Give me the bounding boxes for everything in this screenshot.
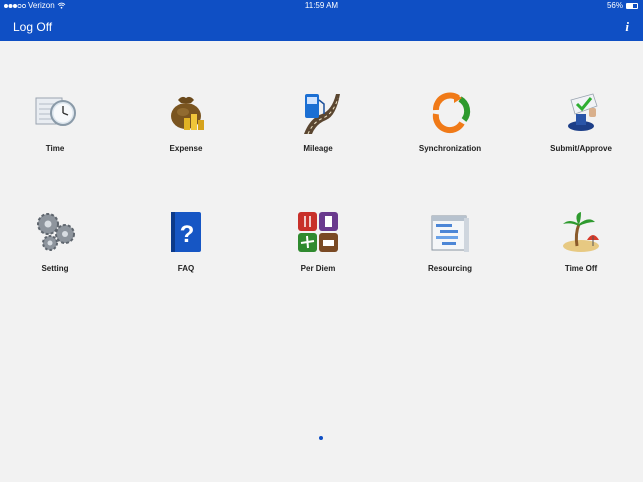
palm-beach-icon	[563, 212, 599, 252]
tile-expense[interactable]: Expense	[131, 90, 241, 170]
tile-time[interactable]: Time	[0, 90, 110, 170]
gears-icon	[37, 213, 75, 251]
nav-bar: Log Off i	[0, 12, 643, 41]
tile-resourcing[interactable]: Resourcing	[395, 210, 505, 290]
tile-label-time: Time	[45, 144, 65, 153]
clock-icon	[35, 97, 76, 126]
status-bar: Verizon 11:59 AM 56%	[0, 0, 643, 12]
log-off-button[interactable]: Log Off	[13, 20, 52, 34]
tile-label-mileage: Mileage	[303, 144, 333, 153]
tile-per-diem[interactable]: Per Diem	[263, 210, 373, 290]
tile-synchronization[interactable]: Synchronization	[395, 90, 505, 170]
sync-icon	[432, 92, 471, 134]
tile-label-resourcing: Resourcing	[427, 264, 472, 273]
tile-label-expense: Expense	[169, 144, 203, 153]
battery-fill	[627, 3, 633, 8]
clock: 11:59 AM	[304, 1, 339, 10]
page-indicator-dot	[319, 436, 323, 440]
tile-submit-approve[interactable]: Submit/Approve	[526, 90, 636, 170]
money-bag-icon	[171, 96, 204, 130]
tile-label-time-off: Time Off	[564, 264, 598, 273]
battery-percent: 56%	[606, 1, 623, 10]
battery-icon	[626, 2, 638, 9]
resourcing-chart-icon	[431, 215, 469, 252]
tile-setting[interactable]: Setting	[0, 210, 110, 290]
tile-mileage[interactable]: Mileage	[263, 90, 373, 170]
svg-text:?: ?	[180, 221, 195, 248]
tile-label-synchronization: Synchronization	[418, 144, 482, 153]
per-diem-icon	[298, 212, 338, 252]
approve-stamp-icon	[568, 93, 598, 131]
tile-time-off[interactable]: Time Off	[526, 210, 636, 290]
faq-book-icon: ?	[171, 212, 201, 252]
tile-label-submit-approve: Submit/Approve	[550, 144, 612, 153]
fuel-road-icon	[304, 94, 340, 134]
tile-faq[interactable]: ? FAQ	[131, 210, 241, 290]
tile-label-setting: Setting	[41, 264, 69, 273]
tile-label-faq: FAQ	[177, 264, 195, 273]
info-button[interactable]: i	[625, 19, 629, 35]
tile-label-per-diem: Per Diem	[300, 264, 336, 273]
status-right: 56%	[607, 1, 638, 10]
